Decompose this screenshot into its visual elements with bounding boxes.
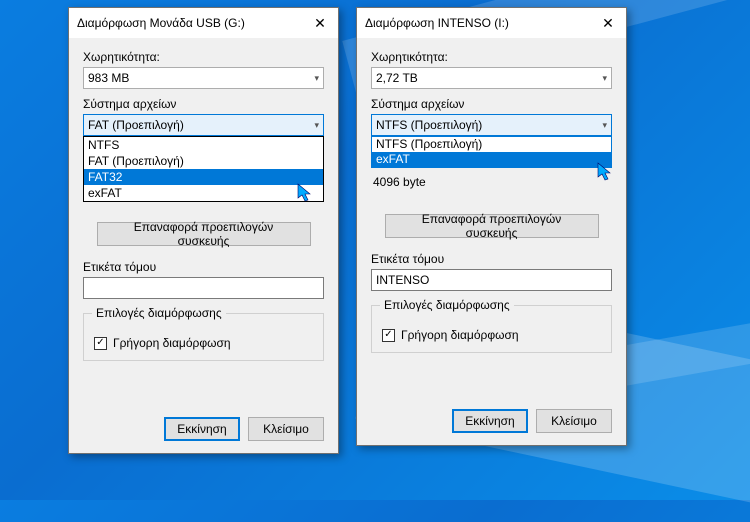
close-button[interactable]: Κλείσιμο [536,409,612,433]
volume-label-input[interactable] [83,277,324,299]
format-options-legend: Επιλογές διαμόρφωσης [380,298,514,312]
filesystem-value: NTFS (Προεπιλογή) [376,118,602,132]
start-button[interactable]: Εκκίνηση [452,409,528,433]
chevron-down-icon: ▾ [314,73,319,84]
format-dialog-usb: Διαμόρφωση Μονάδα USB (G:) ✕ Χωρητικότητ… [68,7,339,454]
capacity-label: Χωρητικότητα: [83,50,324,64]
window-title: Διαμόρφωση INTENSO (I:) [365,16,598,30]
quick-format-label: Γρήγορη διαμόρφωση [401,328,519,342]
window-title: Διαμόρφωση Μονάδα USB (G:) [77,16,310,30]
filesystem-dropdown: NTFS FAT (Προεπιλογή) FAT32 exFAT [83,136,324,202]
filesystem-value: FAT (Προεπιλογή) [88,118,314,132]
quick-format-label: Γρήγορη διαμόρφωση [113,336,231,350]
filesystem-select[interactable]: NTFS (Προεπιλογή) ▾ NTFS (Προεπιλογή) ex… [371,114,612,136]
capacity-select[interactable]: 983 MB ▾ [83,67,324,89]
format-options-legend: Επιλογές διαμόρφωσης [92,306,226,320]
fs-option-fat[interactable]: FAT (Προεπιλογή) [84,153,323,169]
titlebar[interactable]: Διαμόρφωση INTENSO (I:) ✕ [357,8,626,38]
start-button[interactable]: Εκκίνηση [164,417,240,441]
volume-label-label: Ετικέτα τόμου [371,252,612,266]
filesystem-label: Σύστημα αρχείων [371,97,612,111]
format-dialog-intenso: Διαμόρφωση INTENSO (I:) ✕ Χωρητικότητα: … [356,7,627,446]
chevron-down-icon: ▾ [314,120,319,131]
chevron-down-icon: ▾ [602,120,607,131]
capacity-value: 2,72 TB [376,71,602,85]
filesystem-dropdown: NTFS (Προεπιλογή) exFAT [371,136,612,168]
chevron-down-icon: ▾ [602,73,607,84]
fs-option-ntfs[interactable]: NTFS [84,137,323,153]
filesystem-select[interactable]: FAT (Προεπιλογή) ▾ NTFS FAT (Προεπιλογή)… [83,114,324,136]
capacity-select[interactable]: 2,72 TB ▾ [371,67,612,89]
close-button[interactable]: Κλείσιμο [248,417,324,441]
restore-defaults-button[interactable]: Επαναφορά προεπιλογών συσκευής [97,222,311,246]
quick-format-checkbox[interactable]: ✓ [382,329,395,342]
close-icon[interactable]: ✕ [598,15,618,32]
fs-option-exfat[interactable]: exFAT [372,152,611,167]
quick-format-row[interactable]: ✓ Γρήγορη διαμόρφωση [94,336,313,350]
fs-option-exfat[interactable]: exFAT [84,185,323,201]
volume-label-input[interactable]: INTENSO [371,269,612,291]
fs-option-fat32[interactable]: FAT32 [84,169,323,185]
quick-format-checkbox[interactable]: ✓ [94,337,107,350]
format-options-group: Επιλογές διαμόρφωσης ✓ Γρήγορη διαμόρφωσ… [83,313,324,361]
allocation-value: 4096 byte [371,172,612,194]
capacity-label: Χωρητικότητα: [371,50,612,64]
close-icon[interactable]: ✕ [310,15,330,32]
filesystem-label: Σύστημα αρχείων [83,97,324,111]
quick-format-row[interactable]: ✓ Γρήγορη διαμόρφωση [382,328,601,342]
capacity-value: 983 MB [88,71,314,85]
format-options-group: Επιλογές διαμόρφωσης ✓ Γρήγορη διαμόρφωσ… [371,305,612,353]
titlebar[interactable]: Διαμόρφωση Μονάδα USB (G:) ✕ [69,8,338,38]
volume-label-label: Ετικέτα τόμου [83,260,324,274]
fs-option-ntfs[interactable]: NTFS (Προεπιλογή) [372,137,611,152]
restore-defaults-button[interactable]: Επαναφορά προεπιλογών συσκευής [385,214,599,238]
